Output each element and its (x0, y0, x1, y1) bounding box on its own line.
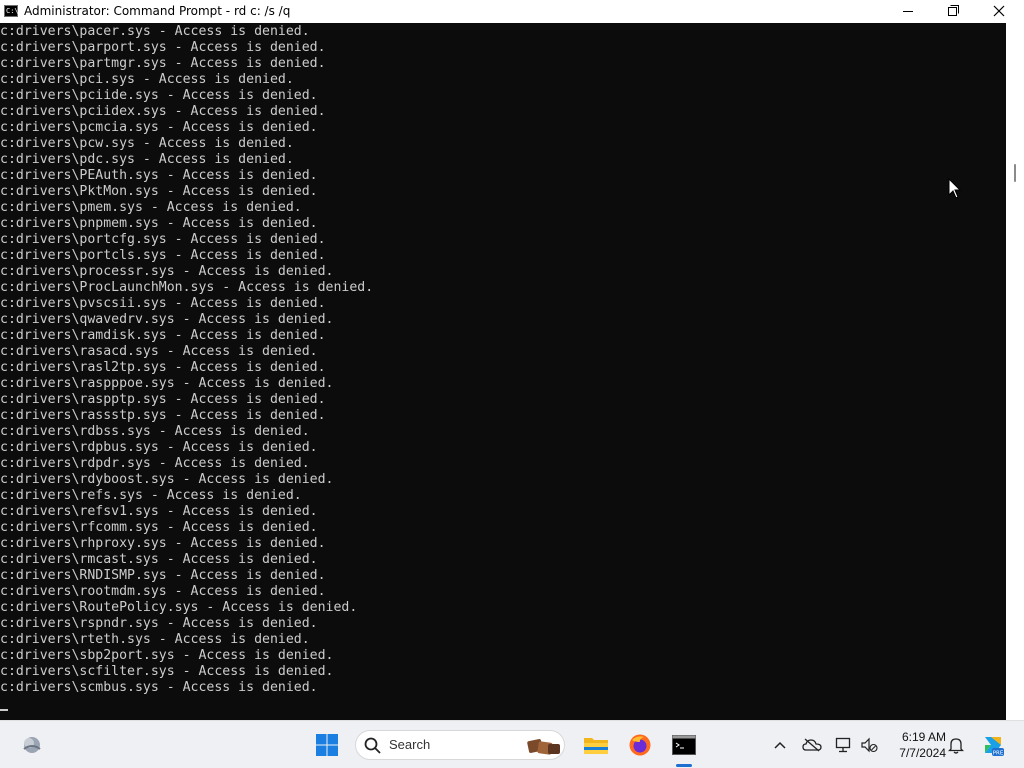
firefox-button[interactable] (624, 729, 656, 761)
volume-tray-button[interactable] (858, 734, 880, 756)
copilot-icon: PRE (985, 737, 1004, 757)
console-line: c:drivers\rhproxy.sys - Access is denied… (0, 536, 326, 551)
minimize-icon (903, 11, 913, 12)
show-hidden-icons-button[interactable] (769, 734, 791, 756)
console-line: c:drivers\refs.sys - Access is denied. (0, 488, 302, 503)
clock[interactable]: 6:19 AM 7/7/2024 (884, 729, 946, 761)
console-line: c:drivers\processr.sys - Access is denie… (0, 264, 334, 279)
taskbar: Search 6:19 AM 7/7/2024 PRE (0, 720, 1024, 768)
close-icon (993, 5, 1005, 17)
console-line: c:drivers\portcfg.sys - Access is denied… (0, 232, 326, 247)
console-line: c:drivers\sbp2port.sys - Access is denie… (0, 648, 334, 663)
weather-widget-icon (23, 737, 41, 753)
file-explorer-button[interactable] (580, 729, 612, 761)
console-line: c:drivers\rteth.sys - Access is denied. (0, 632, 310, 647)
console-line: c:drivers\pnpmem.sys - Access is denied. (0, 216, 318, 231)
console-line: c:drivers\pcw.sys - Access is denied. (0, 136, 294, 151)
console-line: c:drivers\ramdisk.sys - Access is denied… (0, 328, 326, 343)
console-line: c:drivers\rdbss.sys - Access is denied. (0, 424, 310, 439)
svg-text:PRE: PRE (993, 751, 1004, 757)
start-button[interactable] (311, 729, 343, 761)
console-line: c:drivers\pcmcia.sys - Access is denied. (0, 120, 318, 135)
clock-time: 6:19 AM (901, 730, 946, 744)
restore-button[interactable] (930, 0, 976, 23)
console-line: c:drivers\rdpdr.sys - Access is denied. (0, 456, 310, 471)
console-line: c:drivers\scfilter.sys - Access is denie… (0, 664, 334, 679)
console-line: c:drivers\partmgr.sys - Access is denied… (0, 56, 326, 71)
command-prompt-taskbar-button[interactable] (668, 729, 700, 761)
window-title: Administrator: Command Prompt - rd c: /s… (24, 4, 291, 18)
console-line: c:drivers\raspptp.sys - Access is denied… (0, 392, 326, 407)
taskbar-search[interactable]: Search (355, 730, 565, 760)
text-cursor (0, 709, 8, 711)
file-explorer-icon (584, 738, 608, 754)
command-prompt-window: C:\ Administrator: Command Prompt - rd c… (0, 0, 1024, 720)
console-line: c:drivers\rassstp.sys - Access is denied… (0, 408, 326, 423)
network-tray-button[interactable] (833, 734, 855, 756)
onedrive-icon (802, 738, 822, 752)
console-line: c:drivers\PktMon.sys - Access is denied. (0, 184, 318, 199)
console-line: c:drivers\ProcLaunchMon.sys - Access is … (0, 280, 374, 295)
console-line: c:drivers\rasacd.sys - Access is denied. (0, 344, 318, 359)
weather-widget-button[interactable] (16, 729, 48, 761)
console-line: c:drivers\parport.sys - Access is denied… (0, 40, 326, 55)
console-line: c:drivers\rspndr.sys - Access is denied. (0, 616, 318, 631)
minimize-button[interactable] (885, 0, 931, 23)
onedrive-tray-button[interactable] (801, 734, 823, 756)
console-line: c:drivers\RoutePolicy.sys - Access is de… (0, 600, 358, 615)
search-placeholder: Search (389, 737, 431, 752)
console-line: c:drivers\pci.sys - Access is denied. (0, 72, 294, 87)
close-button[interactable] (976, 0, 1022, 23)
console-line: c:drivers\pvscsii.sys - Access is denied… (0, 296, 326, 311)
restore-icon (948, 5, 959, 16)
search-highlight-icon[interactable] (526, 734, 562, 758)
firefox-icon (629, 734, 651, 756)
network-icon (835, 737, 851, 753)
chevron-up-icon (774, 741, 786, 749)
console-line: c:drivers\refsv1.sys - Access is denied. (0, 504, 318, 519)
search-icon (364, 737, 381, 754)
vertical-scrollbar[interactable] (1006, 23, 1024, 720)
console-line: c:drivers\rdpbus.sys - Access is denied. (0, 440, 318, 455)
title-bar[interactable]: C:\ Administrator: Command Prompt - rd c… (0, 0, 1024, 23)
console-line: c:drivers\pmem.sys - Access is denied. (0, 200, 302, 215)
scrollbar-thumb[interactable] (1014, 164, 1016, 182)
console-line: c:drivers\pacer.sys - Access is denied. (0, 24, 310, 39)
copilot-button[interactable]: PRE (980, 732, 1006, 758)
console-line: c:drivers\raspppoe.sys - Access is denie… (0, 376, 334, 391)
console-lines: c:drivers\pacer.sys - Access is denied. c… (0, 24, 373, 696)
console-line: c:drivers\rootmdm.sys - Access is denied… (0, 584, 326, 599)
console-line: c:drivers\rdyboost.sys - Access is denie… (0, 472, 334, 487)
mouse-pointer-icon (948, 178, 962, 199)
console-line: c:drivers\PEAuth.sys - Access is denied. (0, 168, 318, 183)
console-line: c:drivers\RNDISMP.sys - Access is denied… (0, 568, 326, 583)
windows-start-icon (316, 734, 338, 756)
active-app-indicator (676, 764, 692, 767)
console-line: c:drivers\rmcast.sys - Access is denied. (0, 552, 318, 567)
command-prompt-title-icon[interactable]: C:\ (4, 5, 19, 17)
console-line: c:drivers\pciidex.sys - Access is denied… (0, 104, 326, 119)
console-line: c:drivers\qwavedrv.sys - Access is denie… (0, 312, 334, 327)
notifications-button[interactable] (945, 734, 967, 756)
console-output[interactable]: c:drivers\pacer.sys - Access is denied. c… (0, 23, 1006, 720)
console-line: c:drivers\portcls.sys - Access is denied… (0, 248, 326, 263)
console-line: c:drivers\pciide.sys - Access is denied. (0, 88, 318, 103)
console-line: c:drivers\rfcomm.sys - Access is denied. (0, 520, 318, 535)
console-line: c:drivers\scmbus.sys - Access is denied. (0, 680, 318, 695)
command-prompt-icon (672, 735, 696, 755)
clock-date: 7/7/2024 (899, 746, 946, 760)
console-line: c:drivers\pdc.sys - Access is denied. (0, 152, 294, 167)
console-line: c:drivers\rasl2tp.sys - Access is denied… (0, 360, 326, 375)
volume-muted-icon (861, 737, 878, 753)
bell-icon (948, 738, 964, 754)
